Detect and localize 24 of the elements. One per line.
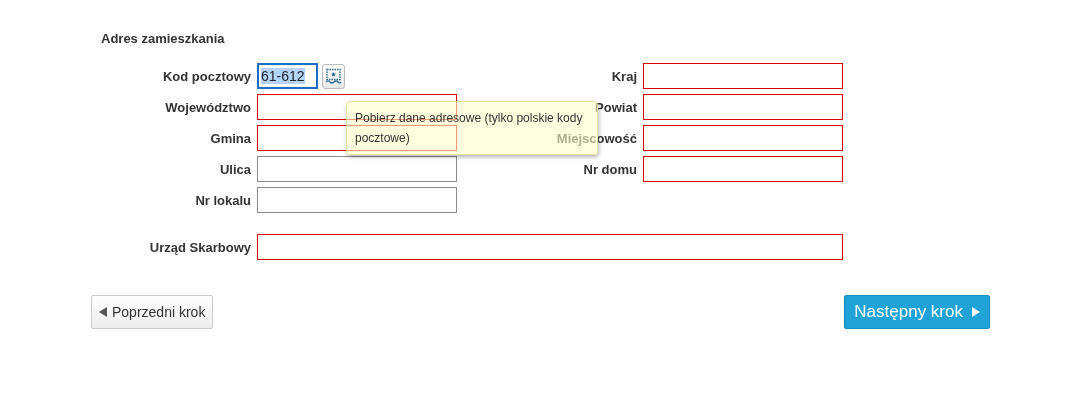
field-label: Gmina: [209, 130, 251, 146]
input-field[interactable]: [643, 156, 843, 182]
field-label: Nr domu: [582, 161, 637, 177]
field-label: Województwo: [164, 99, 251, 115]
input-field[interactable]: [257, 187, 457, 213]
field-label: Ulica: [218, 161, 251, 177]
postal-code-field[interactable]: 61-612: [257, 63, 318, 89]
field-label: Powiat: [594, 99, 637, 115]
stamp-icon: [325, 67, 342, 85]
lookup-button[interactable]: [322, 63, 345, 89]
input-field[interactable]: [257, 125, 457, 151]
input-field[interactable]: [643, 125, 843, 151]
left-triangle-icon: [99, 307, 107, 317]
input-field[interactable]: [257, 156, 457, 182]
input-field[interactable]: [257, 234, 843, 260]
field-label: Kod pocztowy: [161, 68, 251, 84]
section-title: Adres zamieszkania: [101, 31, 226, 48]
input-field[interactable]: [643, 63, 843, 89]
field-label: Urząd Skarbowy: [148, 239, 251, 255]
right-triangle-icon: [972, 307, 980, 317]
field-label: Nr lokalu: [194, 192, 251, 208]
input-field[interactable]: [643, 94, 843, 120]
field-label: Kraj: [610, 68, 637, 84]
previous-step-button[interactable]: Poprzedni krok: [91, 295, 214, 329]
